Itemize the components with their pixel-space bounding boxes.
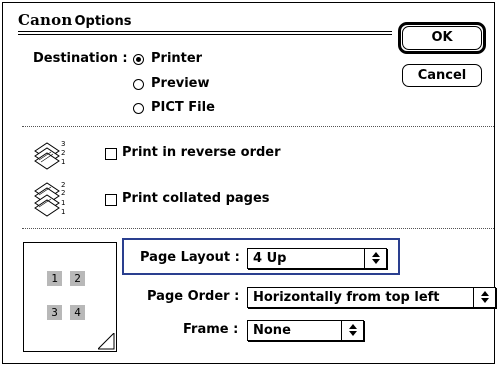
stacked-pages-icon: 3 2 1	[33, 137, 69, 173]
preview-cell: 4	[70, 305, 85, 320]
dialog-title: Canon Options	[18, 11, 131, 29]
stack-number: 2	[61, 181, 65, 189]
preview-radio[interactable]	[133, 79, 144, 90]
ok-button[interactable]: OK	[402, 26, 482, 50]
destination-label: Destination :	[33, 51, 128, 66]
pict-file-radio[interactable]	[133, 103, 144, 114]
canon-logo: Canon	[18, 11, 73, 29]
preview-cell: 3	[47, 305, 62, 320]
section-separator-1	[22, 126, 494, 127]
page-order-value: Horizontally from top left	[253, 290, 440, 305]
updown-arrow-icon	[341, 321, 363, 340]
preview-cell: 1	[47, 271, 62, 286]
cancel-button[interactable]: Cancel	[402, 64, 482, 87]
stack-number: 3	[61, 140, 65, 148]
printer-radio-label[interactable]: Printer	[151, 51, 202, 66]
reverse-order-label[interactable]: Print in reverse order	[122, 145, 281, 160]
preview-cell: 2	[70, 271, 85, 286]
title-divider-2	[18, 34, 392, 35]
pict-file-radio-label[interactable]: PICT File	[151, 100, 215, 115]
page-curl-icon	[98, 333, 115, 350]
stack-number: 2	[61, 149, 65, 157]
reverse-order-checkbox[interactable]	[105, 148, 117, 160]
stack-number: 2	[61, 189, 65, 197]
frame-label: Frame :	[183, 322, 239, 337]
section-separator-2	[22, 228, 494, 229]
title-text: Options	[74, 14, 132, 29]
page-layout-select[interactable]: 4 Up	[247, 248, 387, 269]
layout-preview: 1 2 3 4	[23, 242, 117, 352]
collated-label[interactable]: Print collated pages	[122, 191, 270, 206]
frame-select[interactable]: None	[247, 320, 364, 341]
page-order-select[interactable]: Horizontally from top left	[247, 287, 496, 308]
page-layout-label: Page Layout :	[140, 250, 240, 265]
stack-number: 1	[61, 199, 65, 207]
stack-number: 1	[61, 158, 65, 166]
page-order-label: Page Order :	[147, 289, 240, 304]
stack-number: 1	[61, 208, 65, 216]
collated-checkbox[interactable]	[105, 194, 117, 206]
printer-radio[interactable]	[133, 54, 144, 65]
title-divider	[18, 31, 392, 32]
preview-radio-label[interactable]: Preview	[151, 76, 210, 91]
updown-arrow-icon	[364, 249, 386, 268]
collated-pages-icon: 2 2 1 1	[33, 178, 69, 218]
frame-value: None	[253, 323, 291, 338]
updown-arrow-icon	[473, 288, 495, 307]
page-layout-value: 4 Up	[253, 251, 287, 266]
